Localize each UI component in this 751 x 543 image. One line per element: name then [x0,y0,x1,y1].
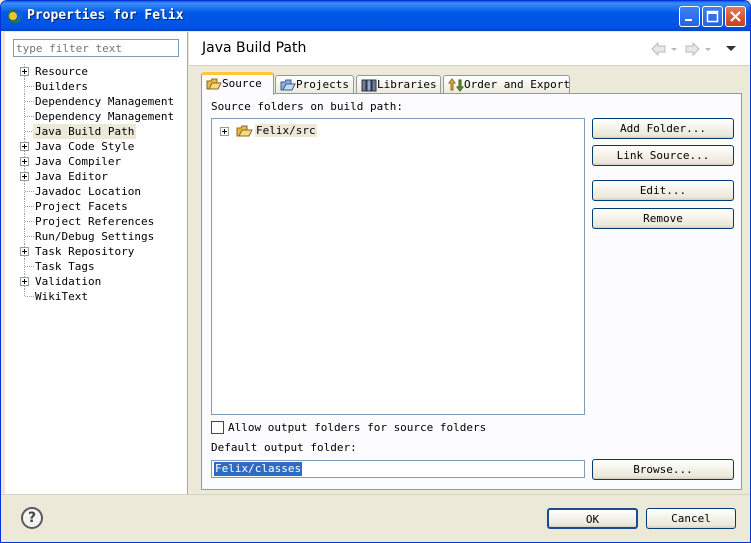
tree-item[interactable]: Task Repository [5,244,188,259]
add-folder-button[interactable]: Add Folder... [592,118,734,139]
allow-output-folders-checkbox[interactable] [211,421,224,434]
expand-icon[interactable] [20,67,29,76]
tree-item-label: Java Build Path [33,124,137,139]
help-icon[interactable]: ? [21,507,43,529]
property-tree: Resource Builders Dependency Management Dep… [5,64,188,304]
default-output-folder-value: Felix/classes [214,462,303,476]
back-arrow-icon[interactable] [651,42,679,56]
tab-libraries[interactable]: Libraries [356,75,441,94]
view-menu-icon[interactable] [725,42,737,56]
tree-item-label: Java Editor [35,170,108,183]
tree-item-label: Run/Debug Settings [35,230,155,243]
tree-item[interactable]: Dependency Management [5,109,188,124]
tree-item[interactable]: Validation [5,274,188,289]
ok-button[interactable]: OK [547,508,638,529]
tree-item-label: Project Facets [35,200,128,213]
source-folders-label: Source folders on build path: [211,100,404,113]
cancel-button[interactable]: Cancel [646,508,736,529]
projects-folder-icon [280,79,296,91]
eclipse-icon [8,9,22,23]
button-bar: ? OK Cancel [1,494,750,542]
allow-output-folders-label: Allow output folders for source folders [228,421,487,434]
title-bar[interactable]: Properties for Felix [1,1,750,31]
page-title: Java Build Path [202,40,307,56]
folder-label: Felix/src [255,124,317,137]
tree-item-label: Dependency Management [35,110,175,123]
tree-connector [25,191,34,192]
maximize-icon [706,10,719,23]
tree-item-label: Javadoc Location [35,185,141,198]
page-area: Java Build Path Source Projects Librarie… [189,32,750,494]
tree-item-label: Resource [35,65,88,78]
tree-item-label: Project References [35,215,155,228]
expand-icon[interactable] [20,142,29,151]
tree-item[interactable]: Project References [5,214,188,229]
tree-connector [25,266,34,267]
source-folders-list[interactable]: Felix/src [211,118,585,415]
tree-item[interactable]: Task Tags [5,259,188,274]
tab-source[interactable]: Source [201,72,274,95]
tree-item-label: Task Repository [35,245,135,258]
tree-item-label: Task Tags [35,260,95,273]
expand-icon[interactable] [20,277,29,286]
tab-label: Source [222,77,262,90]
expand-icon[interactable] [20,172,29,181]
tree-item[interactable]: Builders [5,79,188,94]
properties-dialog: Properties for Felix Resource Builders Dep… [0,0,751,543]
default-output-folder-field[interactable]: Felix/classes [211,460,585,478]
tree-item-label: Dependency Management [35,95,175,108]
tree-connector [25,296,34,297]
tab-label: Order and Export [464,78,570,91]
tab-order-and-export[interactable]: Order and Export [443,75,570,94]
tree-connector [25,236,34,237]
tree-item[interactable]: Project Facets [5,199,188,214]
default-output-folder-label: Default output folder: [211,441,357,454]
source-folder-icon [236,125,253,137]
tree-item[interactable]: Java Code Style [5,139,188,154]
tree-connector [25,101,34,102]
maximize-button[interactable] [702,6,723,27]
window-title: Properties for Felix [27,8,184,23]
expand-icon[interactable] [20,247,29,256]
tree-item-label: Java Compiler [35,155,122,168]
close-icon [730,11,741,22]
tree-item-label: WikiText [35,290,88,303]
minimize-button[interactable] [679,6,700,27]
tree-item[interactable]: Run/Debug Settings [5,229,188,244]
tab-label: Libraries [377,78,437,91]
edit-button[interactable]: Edit... [592,180,734,201]
tree-connector [25,116,34,117]
tree-item[interactable]: Javadoc Location [5,184,188,199]
close-button[interactable] [725,6,746,27]
browse-button[interactable]: Browse... [592,459,734,480]
tree-connector [25,221,34,222]
link-source-button[interactable]: Link Source... [592,145,734,166]
minimize-icon [685,19,692,21]
source-tab-panel: Source folders on build path: Felix/src … [201,93,742,490]
tree-item[interactable]: Java Editor [5,169,188,184]
tab-label: Projects [296,78,349,91]
tab-projects[interactable]: Projects [275,75,354,94]
tree-item[interactable]: WikiText [5,289,188,304]
forward-arrow-icon[interactable] [685,42,713,56]
tree-item-label: Java Code Style [35,140,135,153]
remove-button[interactable]: Remove [592,208,734,229]
order-export-icon [448,78,464,92]
expand-icon[interactable] [220,127,229,136]
property-pages-pane: Resource Builders Dependency Management Dep… [5,32,188,494]
tree-connector [25,86,34,87]
tree-item[interactable]: Java Build Path [5,124,188,139]
source-folder-icon [206,78,222,90]
tree-item-label: Validation [35,275,102,288]
tree-item[interactable]: Java Compiler [5,154,188,169]
tree-item[interactable]: Resource [5,64,188,79]
page-header: Java Build Path [189,32,750,66]
tree-item-label: Builders [35,80,88,93]
tree-item[interactable]: Dependency Management [5,94,188,109]
tree-connector [25,206,34,207]
expand-icon[interactable] [20,157,29,166]
libraries-icon [361,79,377,92]
filter-input[interactable] [13,39,179,57]
